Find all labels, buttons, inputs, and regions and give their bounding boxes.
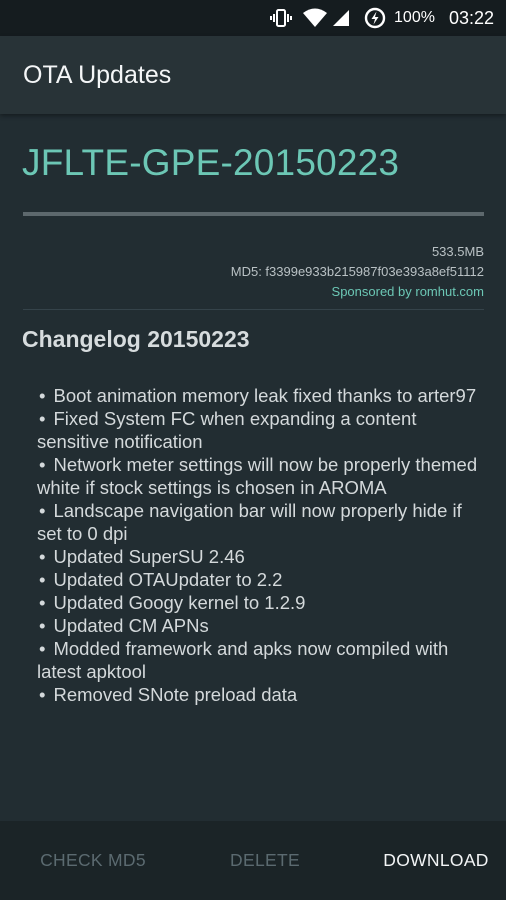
bullet: •: [39, 615, 46, 636]
bullet: •: [39, 569, 46, 590]
app-bar: OTA Updates: [0, 36, 506, 114]
bullet: •: [39, 408, 46, 429]
changelog-item-text: Updated OTAUpdater to 2.2: [53, 569, 283, 590]
bullet: •: [39, 500, 46, 521]
bullet: •: [39, 454, 46, 475]
battery-saver-icon: [364, 7, 386, 29]
sponsor-link[interactable]: Sponsored by romhut.com: [231, 282, 484, 302]
changelog-item-text: Boot animation memory leak fixed thanks …: [53, 385, 477, 406]
action-bar: CHECK MD5 DELETE DOWNLOAD: [0, 821, 506, 900]
changelog-item: • Updated CM APNs: [37, 614, 487, 637]
battery-percent: 100%: [394, 9, 435, 26]
bullet: •: [39, 684, 46, 705]
app-title: OTA Updates: [23, 60, 172, 89]
download-progress-bar: [23, 212, 484, 216]
bullet: •: [39, 638, 46, 659]
divider: [23, 309, 484, 310]
wifi-icon: [302, 8, 328, 28]
rom-version-title: JFLTE-GPE-20150223: [22, 142, 400, 183]
signal-icon: [332, 9, 350, 27]
check-md5-button[interactable]: CHECK MD5: [22, 821, 164, 900]
bullet: •: [39, 385, 46, 406]
changelog-item-text: Modded framework and apks now compiled w…: [37, 638, 449, 682]
vibrate-icon: [270, 8, 293, 28]
changelog-item: • Boot animation memory leak fixed thanks…: [37, 384, 487, 407]
changelog-item-text: Fixed System FC when expanding a content…: [37, 408, 417, 452]
changelog-item: • Landscape navigation bar will now prope…: [37, 499, 487, 545]
changelog-item: • Updated OTAUpdater to 2.2: [37, 568, 487, 591]
changelog-item-text: Updated Googy kernel to 1.2.9: [53, 592, 306, 613]
status-bar: 100% 03:22: [0, 0, 506, 36]
delete-button[interactable]: DELETE: [216, 821, 314, 900]
bullet: •: [39, 546, 46, 567]
changelog-item-text: Landscape navigation bar will now proper…: [37, 500, 462, 544]
changelog-item: • Updated Googy kernel to 1.2.9: [37, 591, 487, 614]
changelog-item: • Network meter settings will now be prop…: [37, 453, 487, 499]
changelog-item-text: Updated SuperSU 2.46: [53, 546, 245, 567]
download-button[interactable]: DOWNLOAD: [372, 821, 500, 900]
changelog-item: • Fixed System FC when expanding a conten…: [37, 407, 487, 453]
clock: 03:22: [448, 7, 494, 28]
changelog-item-text: Removed SNote preload data: [53, 684, 298, 705]
changelog-item: • Removed SNote preload data: [37, 683, 487, 706]
changelog-item: • Modded framework and apks now compiled …: [37, 637, 487, 683]
changelog-list: • Boot animation memory leak fixed thanks…: [37, 384, 487, 706]
bullet: •: [39, 592, 46, 613]
changelog-title: Changelog 20150223: [22, 326, 250, 352]
md5-hash: MD5: f3399e933b215987f03e393a8ef51112: [230, 264, 484, 279]
changelog-item: • Updated SuperSU 2.46: [37, 545, 487, 568]
file-size: 533.5MB: [431, 244, 484, 259]
update-meta: 533.5MB MD5: f3399e933b215987f03e393a8ef…: [231, 242, 484, 302]
changelog-item-text: Network meter settings will now be prope…: [37, 454, 478, 498]
changelog-item-text: Updated CM APNs: [53, 615, 209, 636]
